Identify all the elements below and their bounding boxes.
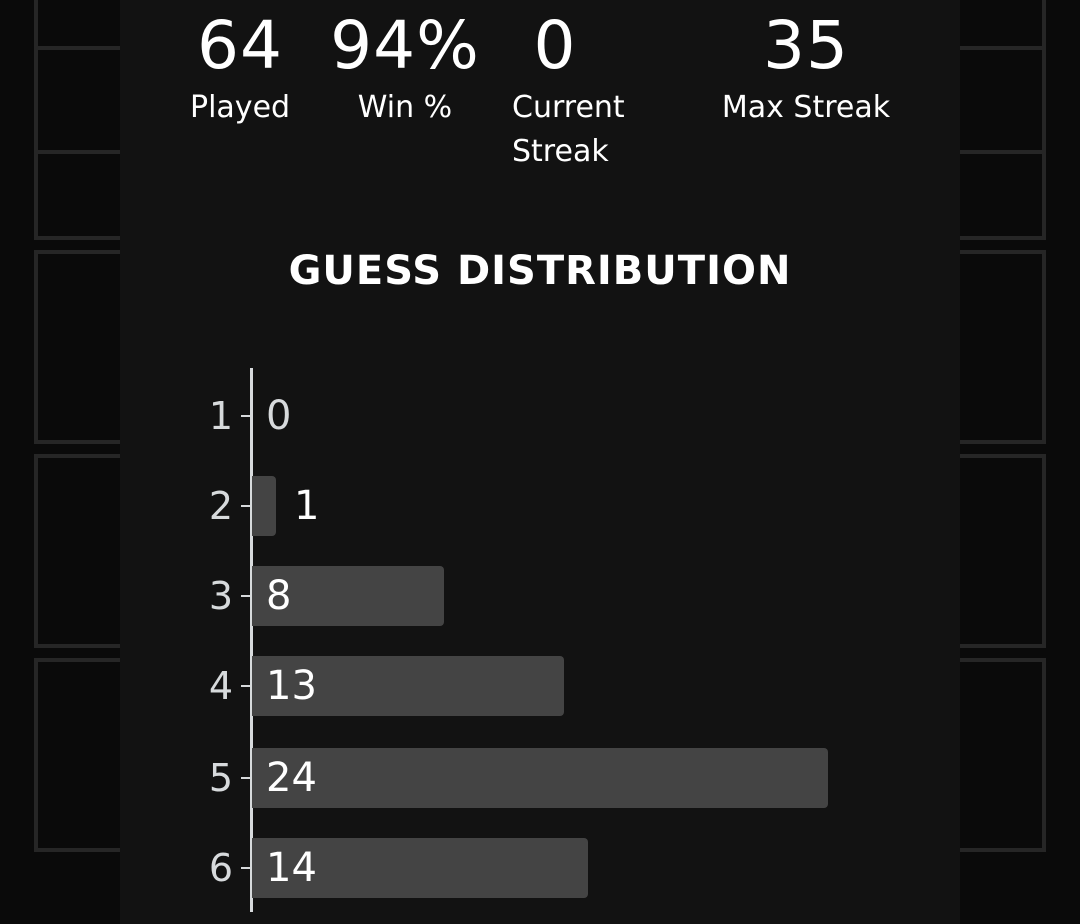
guess-number-label: 5 (208, 756, 234, 800)
guess-number-label: 4 (208, 664, 234, 708)
chart-axis-line (250, 368, 253, 912)
board-tile (956, 250, 1046, 444)
guess-number-label: 2 (208, 484, 234, 528)
bar-value-label: 0 (266, 393, 292, 439)
distribution-row-6: 6 14 (120, 838, 960, 898)
board-tile (956, 658, 1046, 852)
axis-tick (241, 685, 251, 687)
bar-value-label: 1 (294, 483, 320, 529)
guess-number-label: 6 (208, 846, 234, 890)
bar-value-label: 14 (266, 845, 317, 891)
board-tile (956, 454, 1046, 648)
statistics-modal: 64 Played 94% Win % 0 Current Streak 35 … (120, 0, 960, 924)
guess-number-label: 1 (208, 394, 234, 438)
distribution-row-3: 38 (120, 566, 960, 626)
board-tile (34, 250, 124, 444)
axis-tick (241, 777, 251, 779)
axis-tick (241, 415, 251, 417)
distribution-row-5: 5 24 (120, 748, 960, 808)
bar-value-label: 24 (266, 755, 317, 801)
bar-value-label: 8 (266, 573, 292, 619)
distribution-bar (252, 748, 828, 808)
guess-number-label: 3 (208, 574, 234, 618)
board-tile (956, 46, 1046, 240)
guess-distribution-chart: 1 0 2 1 3 8 4 13 5 24 6 14 (120, 0, 960, 924)
distribution-row-2: 21 (120, 476, 960, 536)
axis-tick (241, 867, 251, 869)
distribution-row-1: 10 (120, 386, 960, 446)
wordle-page: 64 Played 94% Win % 0 Current Streak 35 … (0, 0, 1080, 924)
board-tile (34, 454, 124, 648)
axis-tick (241, 595, 251, 597)
distribution-row-4: 4 13 (120, 656, 960, 716)
board-tile (34, 658, 124, 852)
bar-value-label: 13 (266, 663, 317, 709)
distribution-bar (252, 476, 276, 536)
board-tile (34, 46, 124, 240)
axis-tick (241, 505, 251, 507)
